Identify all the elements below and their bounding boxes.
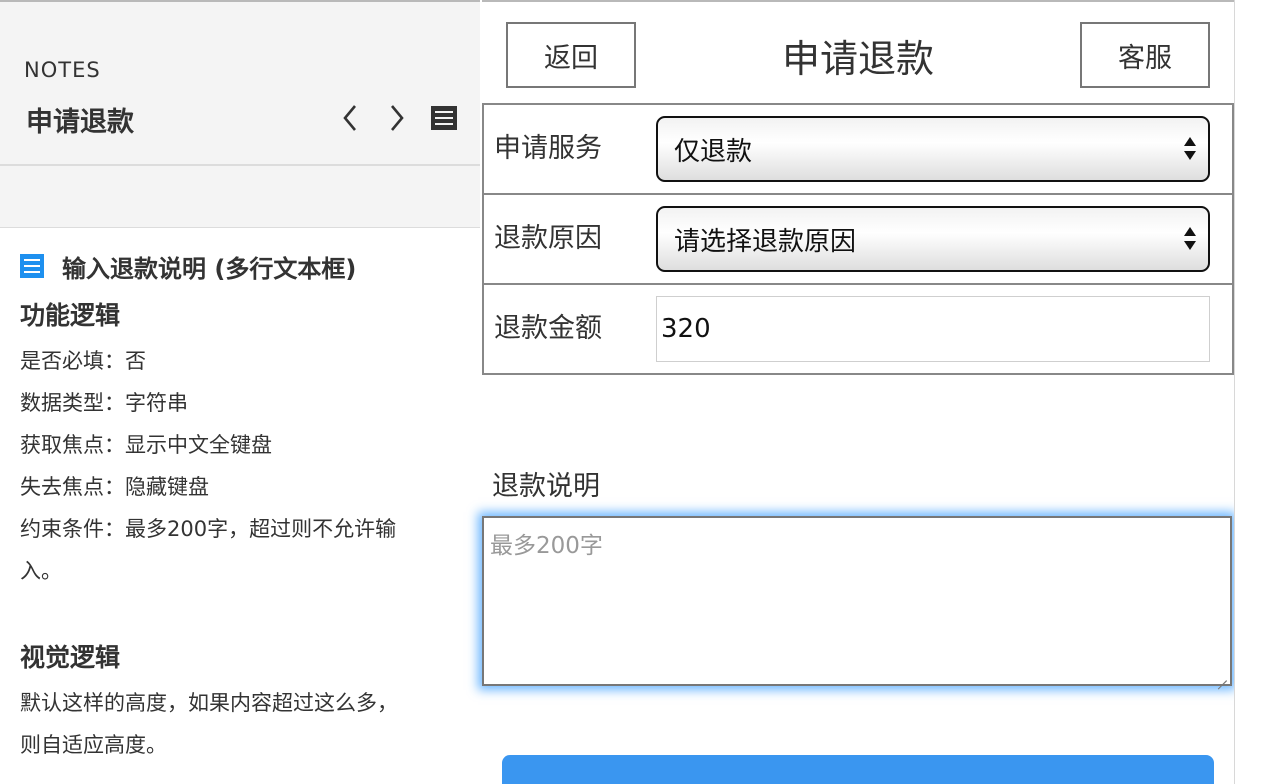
- chevron-right-icon[interactable]: [381, 100, 413, 136]
- reason-row: 退款原因 请选择退款原因: [482, 193, 1234, 285]
- note-line: 约束条件：最多200字，超过则不允许输: [20, 517, 397, 541]
- functional-logic-heading: 功能逻辑: [20, 301, 121, 330]
- description-textarea[interactable]: 最多200字: [482, 516, 1232, 686]
- reason-select[interactable]: 请选择退款原因: [656, 206, 1210, 272]
- select-arrows-icon: [1184, 137, 1196, 163]
- note-line: 则自适应高度。: [20, 733, 167, 757]
- note-item-title: 输入退款说明 (多行文本框): [20, 250, 357, 283]
- document-icon: [20, 254, 44, 278]
- note-item-title-text: 输入退款说明 (多行文本框): [62, 254, 357, 283]
- service-select[interactable]: 仅退款: [656, 116, 1210, 182]
- note-line: 数据类型：字符串: [20, 391, 188, 415]
- chevron-left-icon-svg: [343, 105, 356, 131]
- note-line: 是否必填：否: [20, 349, 146, 373]
- note-line: 默认这样的高度，如果内容超过这么多，: [20, 691, 398, 715]
- amount-row: 退款金额 320: [482, 283, 1234, 375]
- notes-panel: NOTES 申请退款 输入退款说明 (多行文本框) 功能逻辑 是否必填：否 数据…: [0, 0, 480, 784]
- note-line: 获取焦点：显示中文全键盘: [20, 433, 272, 457]
- description-placeholder: 最多200字: [490, 533, 603, 559]
- menu-icon[interactable]: [428, 100, 460, 136]
- visual-logic-heading: 视觉逻辑: [20, 643, 121, 672]
- select-arrows-icon: [1184, 227, 1196, 253]
- resize-grip-icon[interactable]: [1216, 670, 1228, 682]
- customer-service-button[interactable]: 客服: [1080, 22, 1210, 88]
- service-select-value: 仅退款: [674, 136, 753, 167]
- submit-button[interactable]: [502, 755, 1214, 784]
- canvas-margin: [1234, 0, 1264, 784]
- service-label: 申请服务: [494, 133, 602, 164]
- notes-header: NOTES 申请退款: [0, 2, 480, 228]
- service-row: 申请服务 仅退款: [482, 103, 1234, 195]
- note-line: 失去焦点：隐藏键盘: [20, 475, 209, 499]
- reason-select-value: 请选择退款原因: [674, 226, 857, 257]
- reason-label: 退款原因: [494, 223, 602, 254]
- page-title: 申请退款: [781, 37, 934, 81]
- divider: [0, 227, 480, 228]
- chevron-right-icon-svg: [391, 105, 404, 131]
- description-label: 退款说明: [492, 471, 600, 502]
- menu-icon-glyph: [431, 106, 457, 130]
- chevron-left-icon[interactable]: [334, 100, 366, 136]
- amount-label: 退款金额: [494, 313, 602, 344]
- notes-header-label: NOTES: [24, 58, 101, 82]
- divider: [0, 164, 480, 166]
- amount-input[interactable]: 320: [656, 296, 1210, 362]
- notes-page-title: 申请退款: [26, 107, 134, 138]
- note-line: 入。: [20, 559, 62, 583]
- back-button[interactable]: 返回: [506, 22, 636, 88]
- refund-form-screen: 返回 申请退款 客服 申请服务 仅退款 退款原因 请选择退款原因 退款金额 32…: [482, 0, 1234, 784]
